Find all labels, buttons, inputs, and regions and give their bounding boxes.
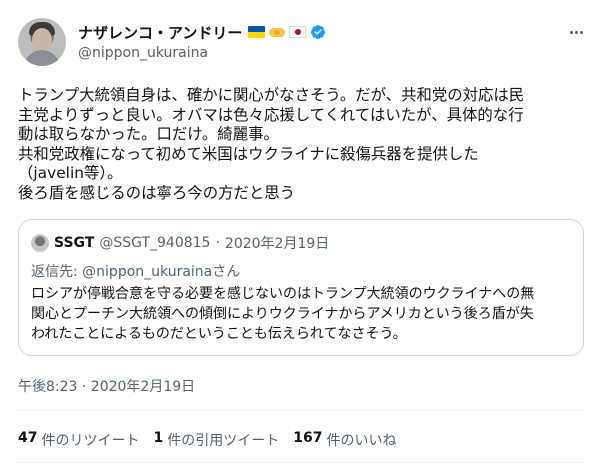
quoted-tweet-text: ロシアが停戦合意を守る必要を感じないのはトランプ大統領のウクライナへの無 関心と… <box>31 284 573 344</box>
author-handle[interactable]: @nippon_ukuraina <box>78 45 326 61</box>
tweet-text-line: 動は取らなかった。口だけ。綺麗事。 <box>18 125 279 143</box>
quote-count-value: 1 <box>153 430 164 446</box>
like-count-label: 件のいいね <box>326 433 397 449</box>
like-count-value: 167 <box>293 430 323 446</box>
verified-badge-icon <box>311 25 326 39</box>
handshake-icon <box>269 25 286 39</box>
tweet-text-line: トランプ大統領自身は、確かに関心がなさそう。だが、共和党の対応は民 <box>18 86 525 104</box>
engagement-stats: 47 件のリツイート 1 件の引用ツイート 167 件のいいね <box>18 430 396 450</box>
tweet-text-line: 後ろ盾を感じるのは寧ろ今の方だと思う <box>18 183 296 202</box>
quote-tweet-count[interactable]: 1 件の引用ツイート <box>153 430 279 450</box>
quoted-tweet[interactable]: SSGT @SSGT_940815 · 2020年2月19日 返信先: @nip… <box>18 219 584 356</box>
quoted-tweet-date: 2020年2月19日 <box>224 236 330 252</box>
retweet-count[interactable]: 47 件のリツイート <box>18 430 139 450</box>
retweet-count-value: 47 <box>18 430 38 446</box>
display-name-row: ナザレンコ・アンドリー <box>78 22 326 42</box>
quoted-author-avatar <box>31 234 49 252</box>
reply-to-line: 返信先: @nippon_ukurainaさん <box>31 261 240 281</box>
separator-dot: · <box>215 235 220 251</box>
quoted-text-line: 関心とプーチン大統領への傾倒によりウクライナからアメリカという後ろ盾が失 <box>31 306 534 322</box>
author-display-name[interactable]: ナザレンコ・アンドリー <box>78 22 242 43</box>
more-options-icon[interactable] <box>566 22 586 42</box>
author-names: ナザレンコ・アンドリー @nippon_ukuraina <box>78 22 326 61</box>
quoted-author-name: SSGT <box>54 235 95 251</box>
reply-to-mention: @nippon_ukurainaさん <box>82 264 241 280</box>
tweet-text-line: 共和党政権になって初めて米国はウクライナに殺傷兵器を提供した <box>18 144 479 163</box>
quoted-tweet-header: SSGT @SSGT_940815 · 2020年2月19日 <box>31 233 329 253</box>
ukraine-flag-icon <box>248 26 266 38</box>
tweet-text-line: 主党よりずっと良い。オバマは色々応援してくれてはいたが、具体的な行 <box>18 105 524 124</box>
quoted-text-line: ロシアが停戦合意を守る必要を感じないのはトランプ大統領のウクライナへの無 <box>31 286 535 302</box>
like-count[interactable]: 167 件のいいね <box>293 430 396 450</box>
author-avatar[interactable] <box>18 18 66 66</box>
tweet-text-line: （javelin等）。 <box>18 164 123 182</box>
retweet-count-label: 件のリツイート <box>41 433 140 449</box>
japan-flag-icon <box>289 26 307 38</box>
quote-count-label: 件の引用ツイート <box>167 433 280 449</box>
tweet-header: ナザレンコ・アンドリー @nippon_ukuraina <box>18 18 588 70</box>
tweet-text: トランプ大統領自身は、確かに関心がなさそう。だが、共和党の対応は民 主党よりずっと… <box>18 86 590 203</box>
divider <box>18 462 584 463</box>
quoted-text-line: われたことによるものだということも伝えられてなさそう。 <box>31 326 407 342</box>
reply-prefix: 返信先: <box>31 264 83 280</box>
quoted-author-handle: @SSGT_940815 <box>99 235 211 251</box>
tweet-timestamp[interactable]: 午後8:23 · 2020年2月19日 <box>18 376 195 396</box>
divider <box>18 410 584 411</box>
